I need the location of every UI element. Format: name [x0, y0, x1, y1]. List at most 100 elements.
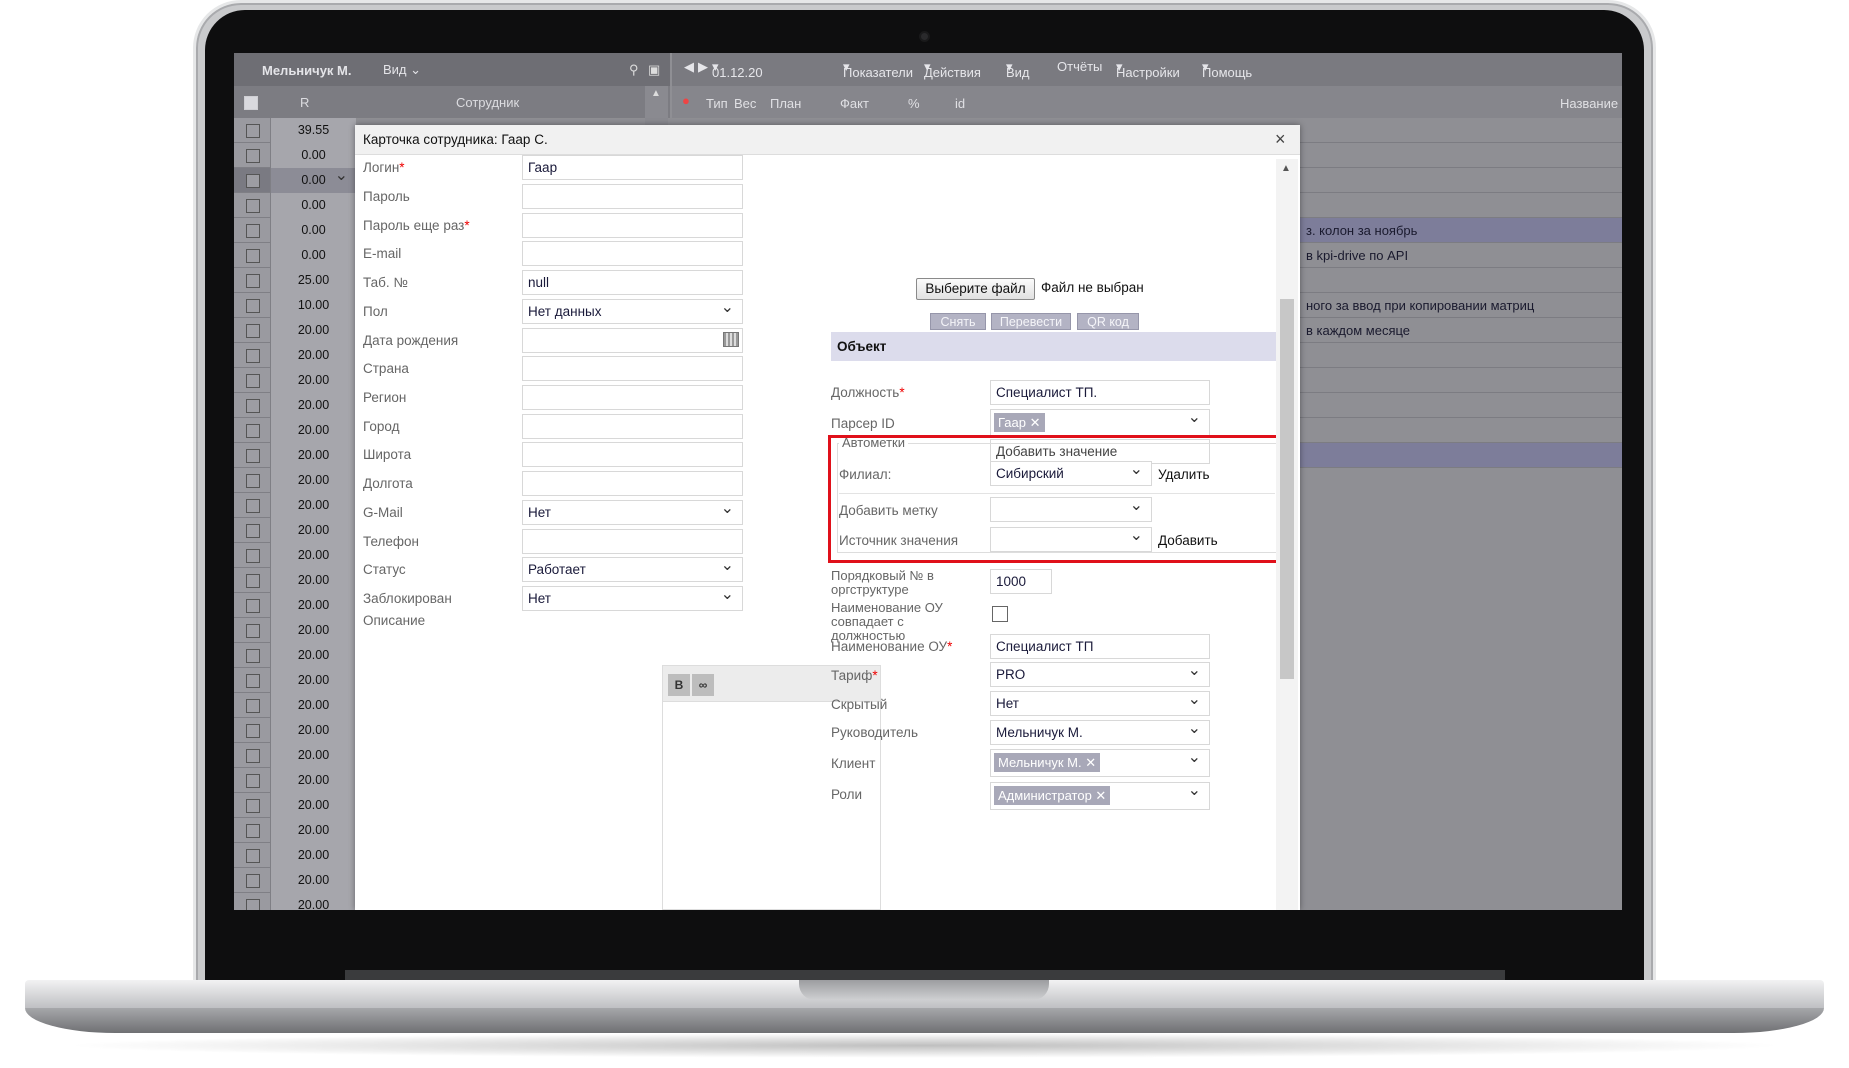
- link-icon[interactable]: ∞: [692, 674, 714, 696]
- field-select[interactable]: Нет данных: [522, 299, 743, 324]
- row-checkbox[interactable]: [246, 249, 260, 263]
- search-icon[interactable]: ⚲: [629, 62, 639, 78]
- table-row[interactable]: в каждом месяце: [1294, 318, 1622, 343]
- remove-icon[interactable]: ✕: [1095, 788, 1106, 803]
- parser-tag[interactable]: Гаар ✕: [994, 413, 1045, 432]
- field-input[interactable]: [522, 414, 743, 439]
- table-row[interactable]: 20.00: [234, 418, 356, 443]
- field-input[interactable]: [522, 213, 743, 238]
- row-checkbox[interactable]: [246, 274, 260, 288]
- field-select[interactable]: Нет: [522, 586, 743, 611]
- prev-icon[interactable]: ◀: [684, 59, 694, 75]
- field-input[interactable]: [522, 471, 743, 496]
- table-row[interactable]: 25.00: [234, 268, 356, 293]
- qr-code-button[interactable]: QR код: [1077, 313, 1139, 330]
- row-checkbox[interactable]: [246, 199, 260, 213]
- client-select[interactable]: Мельничук М. ✕: [990, 749, 1210, 777]
- table-row[interactable]: 20.00: [234, 568, 356, 593]
- menu-actions[interactable]: Действия ▾: [924, 59, 981, 80]
- client-tag[interactable]: Мельничук М. ✕: [994, 753, 1101, 772]
- field-input[interactable]: [522, 529, 743, 554]
- table-row[interactable]: [1294, 268, 1622, 293]
- row-checkbox[interactable]: [246, 349, 260, 363]
- table-row[interactable]: 20.00: [234, 743, 356, 768]
- row-checkbox[interactable]: [246, 474, 260, 488]
- table-row[interactable]: ного за ввод при копировании матриц: [1294, 293, 1622, 318]
- period-selector[interactable]: 01.12.20 - 31.12.20 ▾: [712, 59, 763, 110]
- table-row[interactable]: 0.00: [234, 165, 356, 193]
- tariff-select[interactable]: PRO: [990, 662, 1210, 687]
- table-row[interactable]: [1294, 418, 1622, 443]
- field-select[interactable]: Нет: [522, 500, 743, 525]
- row-checkbox[interactable]: [246, 299, 260, 313]
- table-row[interactable]: 20.00: [234, 793, 356, 818]
- manager-select[interactable]: Мельничук М.: [990, 720, 1210, 745]
- row-checkbox[interactable]: [246, 149, 260, 163]
- left-view-menu[interactable]: Вид ⌄: [383, 62, 421, 78]
- remove-icon[interactable]: ✕: [1030, 415, 1041, 430]
- table-row[interactable]: 20.00: [234, 893, 356, 910]
- table-row[interactable]: 20.00: [234, 768, 356, 793]
- table-row[interactable]: [1294, 368, 1622, 393]
- current-user[interactable]: Мельничук М.: [262, 63, 352, 78]
- menu-reports[interactable]: Отчёты: [1057, 59, 1102, 74]
- table-row[interactable]: 20.00: [234, 868, 356, 893]
- field-input[interactable]: [522, 241, 743, 266]
- table-row[interactable]: 20.00: [234, 393, 356, 418]
- table-row[interactable]: [1294, 393, 1622, 418]
- row-checkbox[interactable]: [246, 124, 260, 138]
- field-input[interactable]: [522, 184, 743, 209]
- table-row[interactable]: 0.00: [234, 218, 356, 243]
- col-employee-header[interactable]: Сотрудник: [456, 95, 519, 110]
- table-row[interactable]: 0.00: [234, 193, 356, 218]
- field-input[interactable]: [522, 385, 743, 410]
- row-checkbox[interactable]: [246, 549, 260, 563]
- row-checkbox[interactable]: [246, 424, 260, 438]
- row-checkbox[interactable]: [246, 824, 260, 838]
- table-row[interactable]: 20.00: [234, 718, 356, 743]
- row-checkbox[interactable]: [246, 749, 260, 763]
- rotate-button[interactable]: Перевести: [991, 313, 1071, 330]
- row-checkbox[interactable]: [246, 849, 260, 863]
- choose-file-button[interactable]: Выберите файл: [916, 278, 1035, 300]
- row-checkbox[interactable]: [246, 724, 260, 738]
- row-checkbox[interactable]: [246, 899, 260, 910]
- ou-same-checkbox[interactable]: [992, 606, 1008, 622]
- col-type[interactable]: Тип: [706, 96, 728, 111]
- row-checkbox[interactable]: [246, 574, 260, 588]
- row-checkbox[interactable]: [246, 399, 260, 413]
- export-icon[interactable]: ▣: [648, 62, 660, 78]
- row-checkbox[interactable]: [246, 674, 260, 688]
- table-row[interactable]: 20.00: [234, 818, 356, 843]
- capture-button[interactable]: Снять: [930, 313, 986, 330]
- col-r-header[interactable]: R: [300, 95, 309, 110]
- col-plan[interactable]: План: [770, 96, 801, 111]
- dialog-scrollbar[interactable]: ▲: [1276, 159, 1298, 910]
- row-checkbox[interactable]: [246, 799, 260, 813]
- row-checkbox[interactable]: [246, 874, 260, 888]
- bold-icon[interactable]: B: [668, 674, 690, 696]
- menu-indicators[interactable]: Показатели ▾: [843, 59, 913, 80]
- menu-help[interactable]: Помощь ▾: [1202, 59, 1252, 80]
- table-row[interactable]: 20.00: [234, 468, 356, 493]
- table-row[interactable]: [1294, 118, 1622, 143]
- col-pct[interactable]: %: [908, 96, 920, 111]
- field-input[interactable]: [522, 328, 743, 353]
- field-input[interactable]: [522, 442, 743, 467]
- table-row[interactable]: 39.55: [234, 118, 356, 143]
- row-checkbox[interactable]: [246, 599, 260, 613]
- table-row[interactable]: 20.00: [234, 843, 356, 868]
- table-row[interactable]: з. колон за ноябрь: [1294, 218, 1622, 243]
- table-row[interactable]: 20.00: [234, 368, 356, 393]
- ou-name-input[interactable]: Специалист ТП: [990, 634, 1210, 659]
- row-checkbox[interactable]: [246, 499, 260, 513]
- table-row[interactable]: 20.00: [234, 593, 356, 618]
- table-row[interactable]: 20.00: [234, 318, 356, 343]
- row-checkbox[interactable]: [246, 224, 260, 238]
- table-row[interactable]: 20.00: [234, 443, 356, 468]
- parser-id-select[interactable]: Гаар ✕: [990, 409, 1210, 437]
- field-input[interactable]: Гаар: [522, 155, 743, 180]
- col-weight[interactable]: Вес: [734, 96, 756, 111]
- position-input[interactable]: Специалист ТП.: [990, 380, 1210, 405]
- row-checkbox[interactable]: [246, 324, 260, 338]
